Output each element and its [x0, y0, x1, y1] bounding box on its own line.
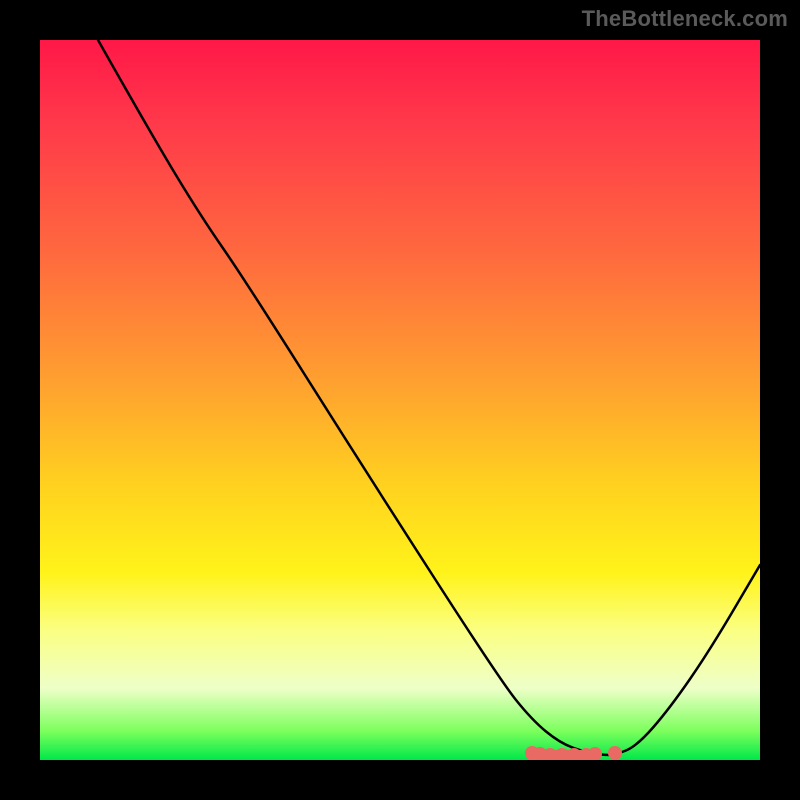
optimal-dot	[588, 747, 602, 760]
bottleneck-curve	[40, 40, 760, 760]
optimal-dot	[608, 746, 622, 760]
watermark-text: TheBottleneck.com	[582, 6, 788, 32]
plot-area	[40, 40, 760, 760]
chart-stage: TheBottleneck.com	[0, 0, 800, 800]
